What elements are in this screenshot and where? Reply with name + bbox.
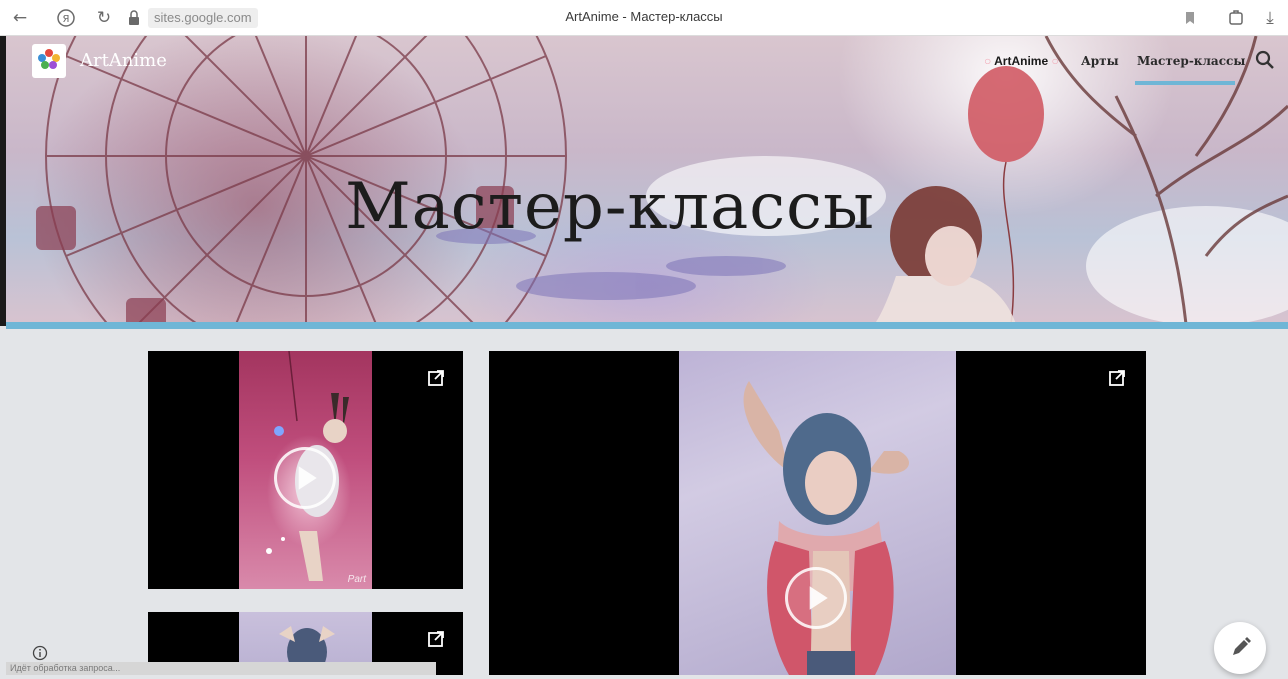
banner-accent-line xyxy=(6,322,1288,329)
hero-banner: ArtAnime ○ ArtAnime ○ Арты Мастер-классы… xyxy=(6,36,1288,324)
site-logo[interactable] xyxy=(32,44,66,78)
browser-status-bar: Идёт обработка запроса... xyxy=(6,662,436,675)
extensions-icon[interactable] xyxy=(1226,8,1246,28)
browser-tab-title: ArtAnime - Мастер-классы xyxy=(565,9,723,24)
play-icon xyxy=(298,466,317,490)
bookmark-icon[interactable] xyxy=(1180,8,1200,28)
page-title: Мастер-классы xyxy=(345,170,875,244)
play-button[interactable] xyxy=(785,567,847,629)
nav-decor-icon: ○ xyxy=(1051,54,1059,68)
search-icon[interactable] xyxy=(1253,48,1277,72)
pencil-icon xyxy=(1233,637,1251,655)
logo-flower-icon xyxy=(38,49,60,69)
info-icon[interactable] xyxy=(32,645,48,661)
nav-item-master-classes[interactable]: Мастер-классы xyxy=(1137,54,1245,68)
nav-active-indicator xyxy=(1135,81,1235,85)
open-external-icon[interactable] xyxy=(1108,369,1126,387)
video-embed-3[interactable] xyxy=(489,351,1146,675)
play-button[interactable] xyxy=(274,447,336,509)
watermark: Part xyxy=(347,574,366,585)
nav-item-home[interactable]: ○ ArtAnime ○ xyxy=(984,54,1059,68)
nav-item-label: ArtAnime xyxy=(994,54,1049,68)
video-embed-1[interactable]: Part xyxy=(148,351,463,589)
open-external-icon[interactable] xyxy=(427,369,445,387)
edit-button[interactable] xyxy=(1214,622,1266,674)
open-external-icon[interactable] xyxy=(427,630,445,648)
browser-toolbar: ← Я ↻ sites.google.com ArtAnime - Мастер… xyxy=(0,0,1288,36)
nav-item-arts[interactable]: Арты xyxy=(1081,54,1119,68)
site-name[interactable]: ArtAnime xyxy=(80,50,167,71)
download-icon[interactable]: ⤓ xyxy=(1260,8,1280,28)
play-icon xyxy=(809,586,828,610)
nav-decor-icon: ○ xyxy=(984,54,992,68)
